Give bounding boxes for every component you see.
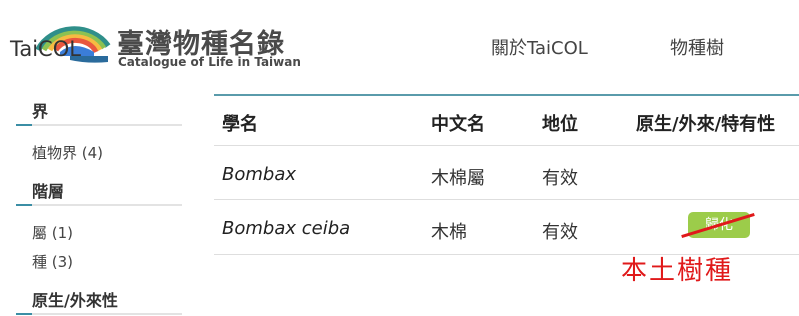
column-header-origin: 原生/外來/特有性 — [636, 114, 776, 135]
site-subtitle: Catalogue of Life in Taiwan — [118, 55, 301, 69]
nav-species-tree[interactable]: 物種樹 — [670, 34, 724, 60]
table-top-border — [214, 94, 799, 96]
facet-divider — [16, 313, 182, 315]
column-header-common-name: 中文名 — [431, 114, 485, 135]
row-divider — [214, 199, 799, 200]
nav-about[interactable]: 關於TaiCOL — [491, 34, 588, 60]
scientific-name-link[interactable]: Bombax ceiba — [222, 218, 350, 239]
facet-item-plantae[interactable]: 植物界 (4) — [32, 142, 103, 163]
status: 有效 — [542, 168, 578, 189]
status: 有效 — [542, 222, 578, 243]
facet-divider — [16, 124, 182, 126]
logo-text: TaiCOL — [9, 37, 81, 61]
facet-title-rank[interactable]: 階層 — [32, 178, 64, 202]
scientific-name-link[interactable]: Bombax — [222, 164, 296, 185]
annotation-native-tree: 本土樹種 — [621, 256, 734, 286]
column-header-status: 地位 — [542, 114, 578, 135]
facet-item-species[interactable]: 種 (3) — [32, 251, 73, 272]
facet-divider — [16, 204, 182, 206]
site-header: TaiCOL 臺灣物種名錄 Catalogue of Life in Taiwa… — [0, 0, 799, 82]
facet-item-genus[interactable]: 屬 (1) — [32, 222, 73, 243]
row-divider — [214, 145, 799, 146]
facet-title-origin[interactable]: 原生/外來性 — [32, 287, 118, 311]
taicol-logo-icon[interactable]: TaiCOL — [8, 10, 112, 76]
common-name: 木棉屬 — [431, 168, 485, 189]
column-header-scientific-name: 學名 — [222, 114, 258, 135]
common-name: 木棉 — [431, 222, 467, 243]
facet-title-kingdom[interactable]: 界 — [32, 98, 48, 122]
